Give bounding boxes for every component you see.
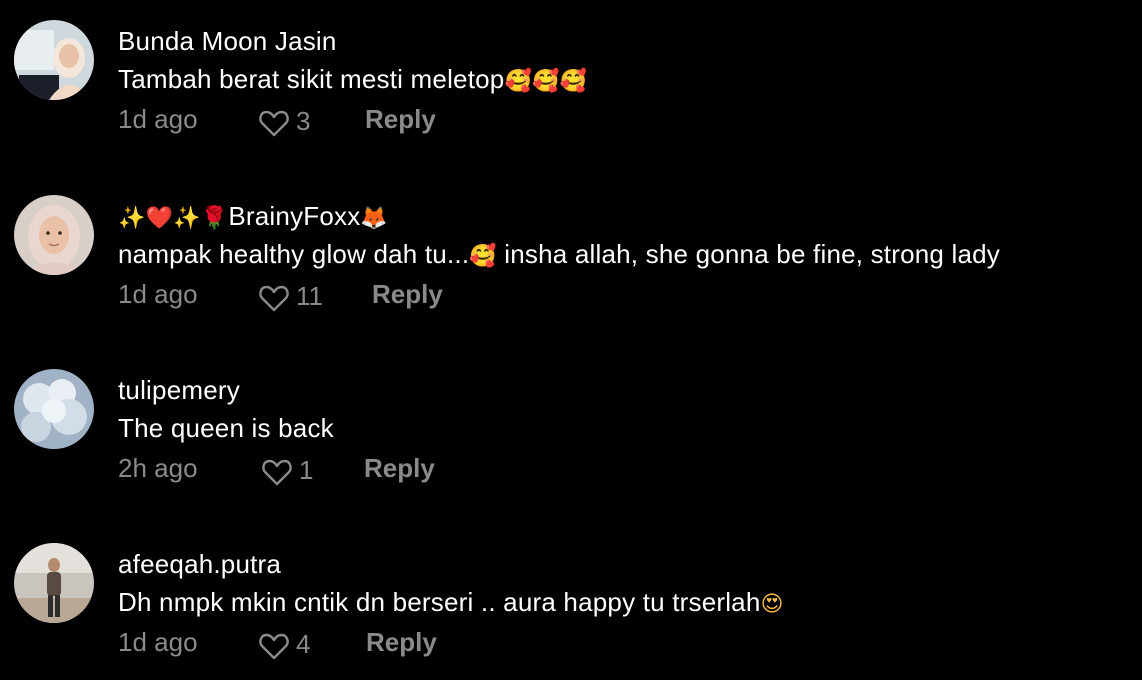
reply-button[interactable]: Reply	[364, 453, 435, 484]
comment-item: Bunda Moon Jasin Tambah berat sikit mest…	[0, 0, 1142, 140]
comment-timestamp: 2h ago	[118, 453, 198, 483]
like-count: 11	[296, 280, 323, 311]
comment-text: Tambah berat sikit mesti meletop🥰🥰🥰	[118, 64, 588, 94]
heart-outline-icon	[259, 110, 289, 137]
comment-timestamp: 1d ago	[118, 104, 198, 134]
comment-timestamp: 1d ago	[118, 279, 198, 309]
like-count: 4	[296, 628, 311, 659]
like-button[interactable]: 11	[258, 279, 323, 313]
comment-username[interactable]: Bunda Moon Jasin	[118, 26, 337, 57]
fox-emoji-icon: 🦊	[360, 206, 389, 231]
smiling-hearts-emoji-icon: 🥰🥰🥰	[504, 69, 588, 94]
smiling-hearts-emoji-icon: 🥰	[469, 244, 497, 269]
comment-username[interactable]: tulipemery	[118, 375, 240, 406]
comment-timestamp: 1d ago	[118, 627, 198, 657]
like-button[interactable]: 3	[258, 104, 310, 138]
comment-username[interactable]: ✨❤️✨🌹BrainyFoxx🦊	[118, 201, 388, 232]
comment-username[interactable]: afeeqah.putra	[118, 549, 281, 580]
avatar[interactable]	[14, 543, 94, 623]
avatar[interactable]	[14, 195, 94, 275]
reply-button[interactable]: Reply	[365, 104, 436, 135]
heart-outline-icon	[262, 459, 292, 486]
sparkles-heart-rose-emoji-icon: ✨❤️✨🌹	[118, 206, 229, 231]
like-button[interactable]: 1	[261, 453, 313, 487]
like-count: 1	[299, 454, 314, 485]
reply-button[interactable]: Reply	[372, 279, 443, 310]
reply-button[interactable]: Reply	[366, 627, 437, 658]
comment-text: Dh nmpk mkin cntik dn berseri .. aura ha…	[118, 587, 784, 617]
comment-text: The queen is back	[118, 413, 334, 443]
heart-outline-icon	[259, 633, 289, 660]
comment-item: tulipemery The queen is back 2h ago 1 Re…	[0, 349, 1142, 489]
avatar[interactable]	[14, 20, 94, 100]
avatar[interactable]	[14, 369, 94, 449]
comment-text: nampak healthy glow dah tu...🥰 insha all…	[118, 239, 1000, 269]
like-count: 3	[296, 105, 311, 136]
like-button[interactable]: 4	[258, 627, 310, 661]
comment-item: afeeqah.putra Dh nmpk mkin cntik dn bers…	[0, 523, 1142, 663]
heart-eyes-emoji-icon: 😍	[760, 592, 784, 617]
heart-outline-icon	[259, 285, 289, 312]
comment-item: ✨❤️✨🌹BrainyFoxx🦊 nampak healthy glow dah…	[0, 175, 1142, 315]
